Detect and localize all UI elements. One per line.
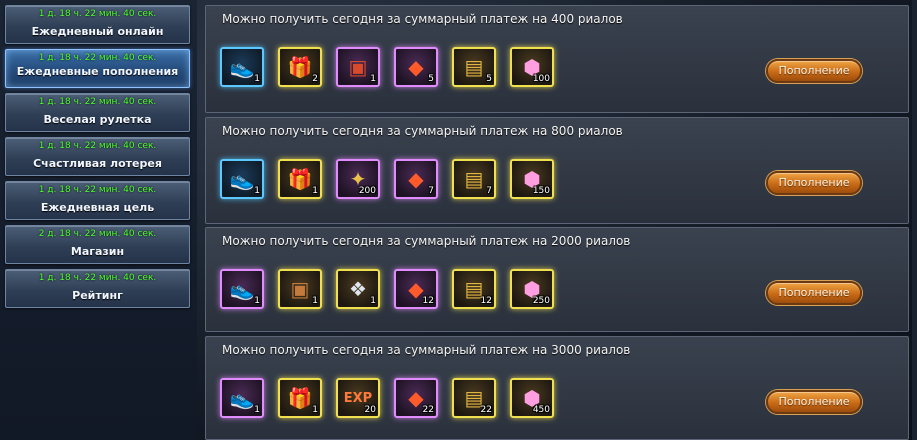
- refill-button[interactable]: Пополнение: [766, 281, 862, 305]
- sidebar-item-daily-goal[interactable]: 1 д. 18 ч. 22 мин. 40 сек. Ежедневная це…: [5, 181, 190, 220]
- item-count: 1: [254, 405, 260, 415]
- item-count: 1: [370, 74, 376, 84]
- pink-gem-icon[interactable]: ⬢ 150: [510, 159, 554, 199]
- red-card-icon[interactable]: ◆ 5: [394, 47, 438, 87]
- reward-tier-panel: Можно получить сегодня за суммарный плат…: [205, 227, 909, 332]
- item-count: 12: [422, 296, 434, 306]
- sidebar-item-label: Ежедневный онлайн: [31, 25, 164, 38]
- event-timer: 1 д. 18 ч. 22 мин. 40 сек.: [38, 53, 157, 63]
- pink-gift-box-icon[interactable]: 🎁 1: [278, 378, 322, 418]
- event-sidebar: 1 д. 18 ч. 22 мин. 40 сек. Ежедневный он…: [0, 0, 197, 440]
- pink-gem-icon[interactable]: ⬢ 250: [510, 269, 554, 309]
- gold-shoe-icon[interactable]: 👟 1: [220, 47, 264, 87]
- item-count: 2: [312, 74, 318, 84]
- event-timer: 1 д. 18 ч. 22 мин. 40 сек.: [38, 273, 157, 283]
- item-count: 250: [532, 296, 550, 306]
- item-count: 1: [254, 296, 260, 306]
- item-count: 1: [254, 186, 260, 196]
- item-count: 1: [312, 296, 318, 306]
- sidebar-item-fun-roulette[interactable]: 1 д. 18 ч. 22 мин. 40 сек. Веселая рулет…: [5, 93, 190, 132]
- reward-tier-title: Можно получить сегодня за суммарный плат…: [222, 343, 631, 357]
- event-timer: 1 д. 18 ч. 22 мин. 40 сек.: [38, 185, 157, 195]
- red-card-icon[interactable]: ◆ 7: [394, 159, 438, 199]
- item-count: 1: [312, 186, 318, 196]
- pink-gem-icon[interactable]: ⬢ 450: [510, 378, 554, 418]
- gold-ticket-icon[interactable]: ▤ 7: [452, 159, 496, 199]
- item-count: 5: [486, 74, 492, 84]
- scrollbar[interactable]: [912, 0, 917, 440]
- reward-tier-panel: Можно получить сегодня за суммарный плат…: [205, 336, 909, 440]
- reward-tier-title: Можно получить сегодня за суммарный плат…: [222, 124, 623, 138]
- item-count: 22: [480, 405, 492, 415]
- item-count: 1: [312, 405, 318, 415]
- red-card-icon[interactable]: ◆ 22: [394, 378, 438, 418]
- item-count: 5: [428, 74, 434, 84]
- gold-ticket-icon[interactable]: ▤ 5: [452, 47, 496, 87]
- pink-gem-icon[interactable]: ⬢ 100: [510, 47, 554, 87]
- gold-shoe-icon[interactable]: 👟 1: [220, 159, 264, 199]
- item-count: 22: [422, 405, 434, 415]
- event-timer: 2 д. 18 ч. 22 мин. 40 сек.: [38, 229, 157, 239]
- event-timer: 1 д. 18 ч. 22 мин. 40 сек.: [38, 9, 157, 19]
- sidebar-item-label: Счастливая лотерея: [33, 157, 162, 170]
- refill-button[interactable]: Пополнение: [766, 390, 862, 414]
- sidebar-item-daily-online[interactable]: 1 д. 18 ч. 22 мин. 40 сек. Ежедневный он…: [5, 5, 190, 44]
- gold-shoe-icon[interactable]: 👟 1: [220, 269, 264, 309]
- item-count: 1: [370, 296, 376, 306]
- gold-ticket-icon[interactable]: ▤ 22: [452, 378, 496, 418]
- gold-shoe-icon[interactable]: 👟 1: [220, 378, 264, 418]
- sidebar-item-label: Веселая рулетка: [43, 113, 152, 126]
- reward-tier-title: Можно получить сегодня за суммарный плат…: [222, 234, 631, 248]
- item-count: 7: [486, 186, 492, 196]
- item-count: 200: [358, 186, 376, 196]
- sidebar-item-label: Ежедневные пополнения: [16, 65, 179, 78]
- reward-tier-title: Можно получить сегодня за суммарный плат…: [222, 12, 623, 26]
- item-count: 7: [428, 186, 434, 196]
- exp-orb-icon[interactable]: EXP 20: [336, 378, 380, 418]
- sidebar-item-daily-refills[interactable]: 1 д. 18 ч. 22 мин. 40 сек. Ежедневные по…: [5, 49, 190, 88]
- item-count: 150: [532, 186, 550, 196]
- reward-tier-panel: Можно получить сегодня за суммарный плат…: [205, 5, 909, 113]
- refill-button[interactable]: Пополнение: [766, 59, 862, 83]
- item-count: 450: [532, 405, 550, 415]
- sidebar-item-label: Ежедневная цель: [40, 201, 155, 214]
- sidebar-item-rating[interactable]: 1 д. 18 ч. 22 мин. 40 сек. Рейтинг: [5, 269, 190, 308]
- item-count: 12: [480, 296, 492, 306]
- item-count: 1: [254, 74, 260, 84]
- sidebar-item-lucky-lottery[interactable]: 1 д. 18 ч. 22 мин. 40 сек. Счастливая ло…: [5, 137, 190, 176]
- green-striped-gift-icon[interactable]: 🎁 1: [278, 159, 322, 199]
- gold-ticket-icon[interactable]: ▤ 12: [452, 269, 496, 309]
- red-card-icon[interactable]: ◆ 12: [394, 269, 438, 309]
- refill-button[interactable]: Пополнение: [766, 171, 862, 195]
- item-count: 20: [364, 405, 376, 415]
- reward-tier-panel: Можно получить сегодня за суммарный плат…: [205, 117, 909, 224]
- event-timer: 1 д. 18 ч. 22 мин. 40 сек.: [38, 141, 157, 151]
- wolf-pet-icon[interactable]: ❖ 1: [336, 269, 380, 309]
- sidebar-item-label: Магазин: [70, 245, 125, 258]
- sidebar-item-label: Рейтинг: [72, 289, 123, 302]
- blue-striped-gift-icon[interactable]: 🎁 2: [278, 47, 322, 87]
- ornate-chest-icon[interactable]: ▣ 1: [278, 269, 322, 309]
- red-chest-icon[interactable]: ▣ 1: [336, 47, 380, 87]
- event-timer: 1 д. 18 ч. 22 мин. 40 сек.: [38, 97, 157, 107]
- item-count: 100: [532, 74, 550, 84]
- sidebar-item-shop[interactable]: 2 д. 18 ч. 22 мин. 40 сек. Магазин: [5, 225, 190, 264]
- gold-scroll-icon[interactable]: ✦ 200: [336, 159, 380, 199]
